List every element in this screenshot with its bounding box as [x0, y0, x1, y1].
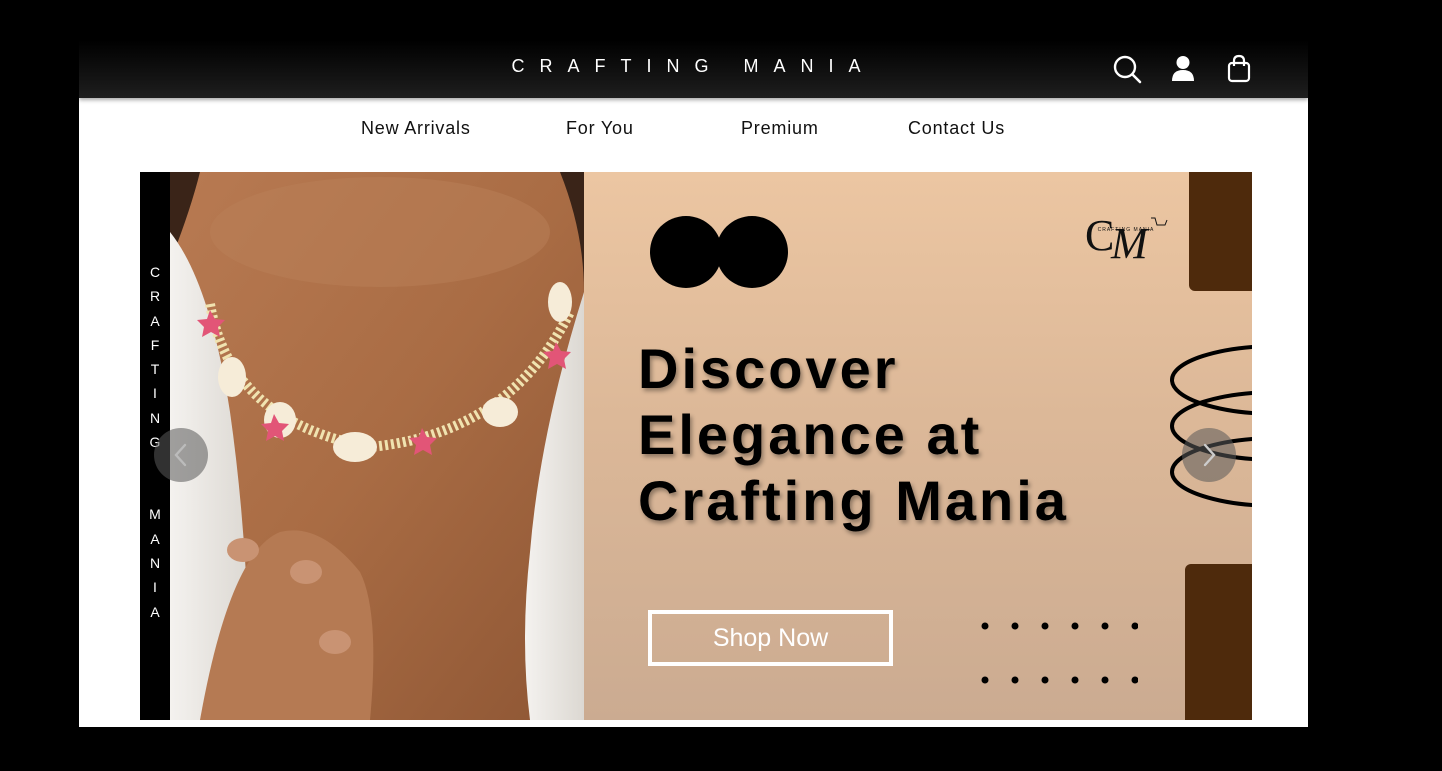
nav-new-arrivals[interactable]: New Arrivals: [361, 118, 471, 139]
brand-logo: C M CRAFTING MANIA: [1081, 198, 1171, 268]
side-text-letter: A: [150, 530, 160, 547]
necklace-photo: [170, 172, 584, 720]
side-text-letter: I: [153, 385, 157, 402]
side-text-letter: N: [149, 409, 161, 426]
carousel-next-button[interactable]: [1182, 428, 1236, 482]
page: CRAFTING MANIA New Arrivals For You Prem…: [79, 40, 1308, 727]
svg-text:C: C: [1085, 211, 1114, 260]
brown-block-bottom: [1185, 564, 1252, 720]
side-text-letter: R: [149, 288, 161, 305]
side-text-letter: T: [150, 361, 160, 378]
chevron-right-icon: [1203, 443, 1216, 467]
nav-premium[interactable]: Premium: [741, 118, 819, 139]
user-icon[interactable]: [1168, 54, 1198, 84]
side-text-letter: A: [150, 312, 160, 329]
promo-panel: C M CRAFTING MANIA Discover Elegance at …: [584, 172, 1252, 720]
search-icon[interactable]: [1112, 54, 1142, 84]
carousel-prev-button[interactable]: [154, 428, 208, 482]
top-bar: CRAFTING MANIA: [79, 40, 1308, 98]
nav-for-you[interactable]: For You: [566, 118, 634, 139]
shop-now-button[interactable]: Shop Now: [648, 610, 893, 666]
headline-line-2: Elegance at: [638, 403, 983, 466]
hero-headline: Discover Elegance at Crafting Mania: [638, 336, 1069, 534]
side-text-letter: A: [150, 603, 160, 620]
hero-banner: CRAFTING MANIA C M CRAFTING MANIA Discov…: [140, 172, 1252, 720]
side-text-letter: C: [149, 264, 161, 280]
brown-block-top: [1189, 172, 1252, 291]
shopping-bag-icon[interactable]: [1224, 54, 1254, 84]
side-text-crafting: CRAFTING: [140, 260, 170, 454]
decorative-dots: [981, 622, 1138, 684]
logo-text: CRAFTING MANIA: [1097, 227, 1155, 233]
headline-line-1: Discover: [638, 337, 899, 400]
side-text-mania: MANIA: [140, 502, 170, 623]
side-text-letter: I: [153, 579, 157, 596]
side-text-letter: M: [149, 506, 161, 523]
decorative-circles: [650, 216, 788, 288]
headline-line-3: Crafting Mania: [638, 469, 1069, 532]
logo-monogram-icon: C M: [1085, 211, 1168, 268]
chevron-left-icon: [174, 443, 187, 467]
side-text-letter: F: [150, 336, 160, 353]
side-text-letter: N: [149, 554, 161, 571]
nav-contact-us[interactable]: Contact Us: [908, 118, 1005, 139]
